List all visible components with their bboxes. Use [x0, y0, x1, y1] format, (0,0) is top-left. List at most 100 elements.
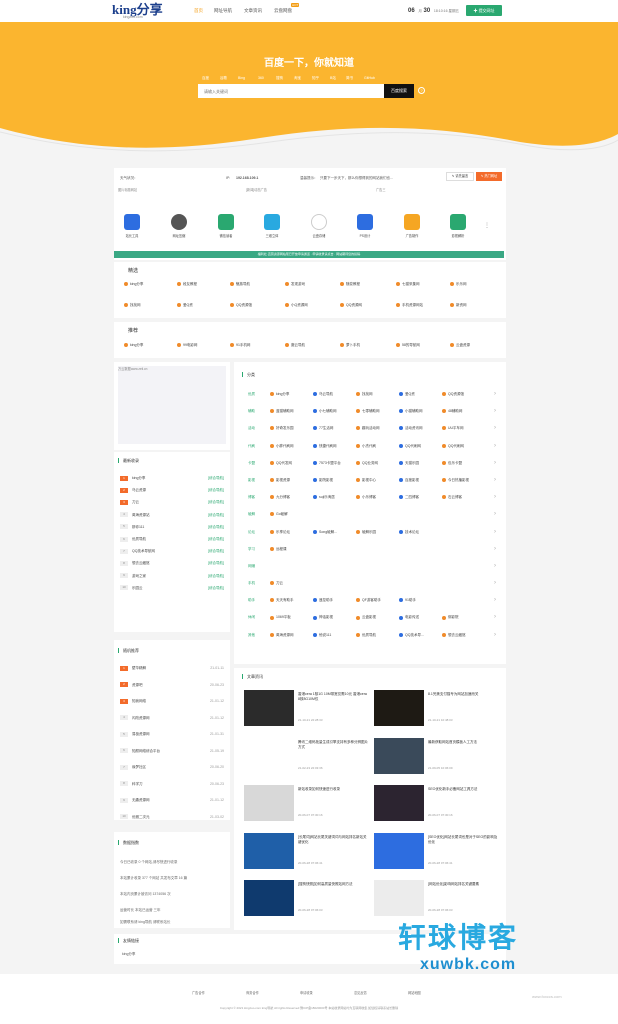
article-thumbnail[interactable]	[244, 690, 294, 726]
site-link[interactable]: 乌云导航	[313, 390, 353, 398]
app-shortcut[interactable]: 微信读者	[214, 214, 238, 238]
site-link[interactable]: 云盘影视	[356, 613, 396, 621]
article-item[interactable]: 最新获取网站首页模板人工方法 21-09-05 10:06:09	[374, 737, 500, 782]
notice-bar[interactable]: ·福利社·直营资源网站现已开放申请通道 · 申请收录请点击 · 网站期待您的投稿…	[114, 251, 504, 258]
site-link[interactable]: 48辅助网	[442, 407, 482, 415]
hot-sites-button[interactable]: ✎ 热门网址	[476, 172, 502, 181]
search-button[interactable]: 百度搜索	[384, 84, 414, 98]
app-shortcut[interactable]: 网址压缩	[167, 214, 191, 238]
site-link[interactable]: 二四博客	[399, 493, 439, 501]
list-item[interactable]: 2 资源吧 20-06-23	[120, 681, 224, 690]
site-link[interactable]: 活动资讯网	[399, 424, 439, 432]
site-link[interactable]: 魅族导航	[230, 280, 250, 288]
message-button[interactable]: ✎ 请先留言	[446, 172, 474, 181]
category-label[interactable]: 其他	[248, 631, 255, 639]
site-link[interactable]: 小七辅助网	[313, 407, 353, 415]
site-link[interactable]: QF游客助手	[356, 596, 396, 604]
article-item[interactable]: 8.1完美支付猫专为网站加速而关 21-10-21 10:48:03	[374, 690, 500, 734]
site-link[interactable]: 找找网	[356, 390, 396, 398]
list-item[interactable]: 7 QQ技术导航网 [综合导航]	[120, 547, 224, 556]
article-thumbnail[interactable]	[374, 880, 424, 916]
chevron-right-icon[interactable]: ›	[494, 528, 496, 536]
chevron-right-icon[interactable]: ›	[494, 596, 496, 604]
search-tab[interactable]: Bing	[238, 76, 245, 80]
nav-directory[interactable]: 网址导航	[214, 5, 232, 17]
list-item[interactable]: 5 那你111 [综合导航]	[120, 523, 224, 532]
site-link[interactable]: 好奇发乐园	[270, 424, 310, 432]
search-tab[interactable]: 谷歌	[220, 76, 227, 81]
list-item[interactable]: 4 闪改资源网 21-01-12	[120, 714, 224, 723]
list-item[interactable]: 10 优雅二次元 21-03-02	[120, 813, 224, 822]
chevron-right-icon[interactable]: ›	[494, 424, 496, 432]
site-link[interactable]: 七零辅助网	[356, 407, 396, 415]
site-link[interactable]: 包乐卡盟	[442, 459, 482, 467]
site-link[interactable]: king分享	[270, 390, 310, 398]
site-link[interactable]: 云盘资源	[450, 341, 470, 349]
category-label[interactable]: 优质	[248, 390, 255, 398]
site-link[interactable]: QQ代发网	[270, 459, 310, 467]
article-thumbnail[interactable]	[374, 690, 424, 726]
article-thumbnail[interactable]	[244, 737, 294, 774]
friend-link[interactable]: king分享	[122, 952, 135, 957]
article-title[interactable]: 8.1完美支付猫专为网站加速而关	[428, 692, 498, 712]
site-link[interactable]: 新资网	[450, 301, 467, 309]
site-link[interactable]: 远程课	[270, 545, 310, 553]
category-label[interactable]: 学习	[248, 545, 255, 553]
search-input[interactable]	[198, 84, 384, 98]
site-link[interactable]: 石云博客	[442, 493, 482, 501]
chevron-right-icon[interactable]: ›	[494, 407, 496, 415]
article-thumbnail[interactable]	[374, 832, 424, 869]
app-shortcut[interactable]: 站长工具	[120, 214, 144, 238]
site-link[interactable]: Go破解	[270, 510, 310, 518]
site-link[interactable]: 77生活网	[313, 424, 353, 432]
category-label[interactable]: 博客	[248, 493, 255, 501]
article-item[interactable]: 腾讯二维码批量生成引擎支持有多种分辨图片方式 21-02-23 22:03:36	[244, 737, 370, 782]
article-title[interactable]: [长尾词]网站长尾关键词词与网站排名新站关键优化	[298, 835, 368, 855]
help-icon[interactable]: ?	[418, 87, 425, 94]
site-link[interactable]: 小猫辅助网	[399, 407, 439, 415]
chevron-right-icon[interactable]: ›	[494, 579, 496, 587]
article-title[interactable]: [网站优化]影响网站排名关键要素	[428, 882, 498, 902]
site-link[interactable]: QQ技术导...	[399, 631, 439, 639]
site-link[interactable]: 乐享论坛	[270, 528, 310, 536]
site-link[interactable]: 魔云导航	[285, 341, 305, 349]
search-tab[interactable]: 360	[258, 76, 264, 80]
article-title[interactable]: 腾讯二维码批量生成引擎支持有多种分辨图片方式	[298, 740, 368, 760]
list-item[interactable]: 6 知颜网络综合平台 21-05-19	[120, 747, 224, 756]
site-link[interactable]: 乐乐网	[450, 280, 467, 288]
article-item[interactable]: [SEO优化]网站长尾词也是对于SEO的影响及优化 20-06-28 07:06:…	[374, 832, 500, 877]
category-label[interactable]: 辅助	[248, 407, 255, 415]
chevron-right-icon[interactable]: ›	[494, 510, 496, 518]
category-label[interactable]: 手机	[248, 579, 255, 587]
footer-link[interactable]: 商务合作	[246, 990, 259, 995]
list-item[interactable]: 1 king分享 [综合导航]	[120, 474, 224, 483]
site-link[interactable]: 58的导航网	[396, 341, 420, 349]
search-tab[interactable]: 知乎	[312, 76, 319, 81]
site-link[interactable]: 91手机网	[230, 341, 250, 349]
site-link[interactable]: 小胖代刷网	[270, 442, 310, 450]
chevron-right-icon[interactable]: ›	[494, 476, 496, 484]
article-thumbnail[interactable]	[374, 737, 424, 774]
site-link[interactable]: 技术论坛	[399, 528, 439, 536]
site-link[interactable]: 百度影视	[399, 476, 439, 484]
site-link[interactable]: 手机资源网站	[396, 301, 423, 309]
site-link[interactable]: 影视资源	[270, 476, 310, 484]
chevron-right-icon[interactable]: ›	[494, 390, 496, 398]
site-link[interactable]: 蓝猫辅助网	[270, 407, 310, 415]
site-link[interactable]: UU平车网	[442, 424, 482, 432]
nav-cloud[interactable]: 云盘网盘 HOT	[274, 3, 300, 17]
site-link[interactable]: 随变教程	[340, 280, 360, 288]
chevron-right-icon[interactable]: ›	[494, 562, 496, 570]
site-link[interactable]: 91助手	[399, 596, 439, 604]
image-placeholder[interactable]: 广告三	[376, 187, 386, 192]
site-link[interactable]: king分享	[124, 280, 143, 288]
site-link[interactable]: 小乐博客	[356, 493, 396, 501]
chevron-right-icon[interactable]: ›	[494, 545, 496, 553]
category-label[interactable]: 活动	[248, 424, 255, 432]
article-title[interactable]: 香港cera 1核1G 10M带宽仅需10元 香港cera 8核8G10M仅	[298, 692, 368, 712]
site-link[interactable]: 电影传送	[399, 613, 439, 621]
search-tab[interactable]: 简书	[346, 76, 353, 81]
list-item[interactable]: 2 乌云资源 [综合导航]	[120, 486, 224, 495]
search-tab[interactable]: 搜狗	[276, 76, 283, 81]
site-link[interactable]: 段友教程	[177, 280, 197, 288]
